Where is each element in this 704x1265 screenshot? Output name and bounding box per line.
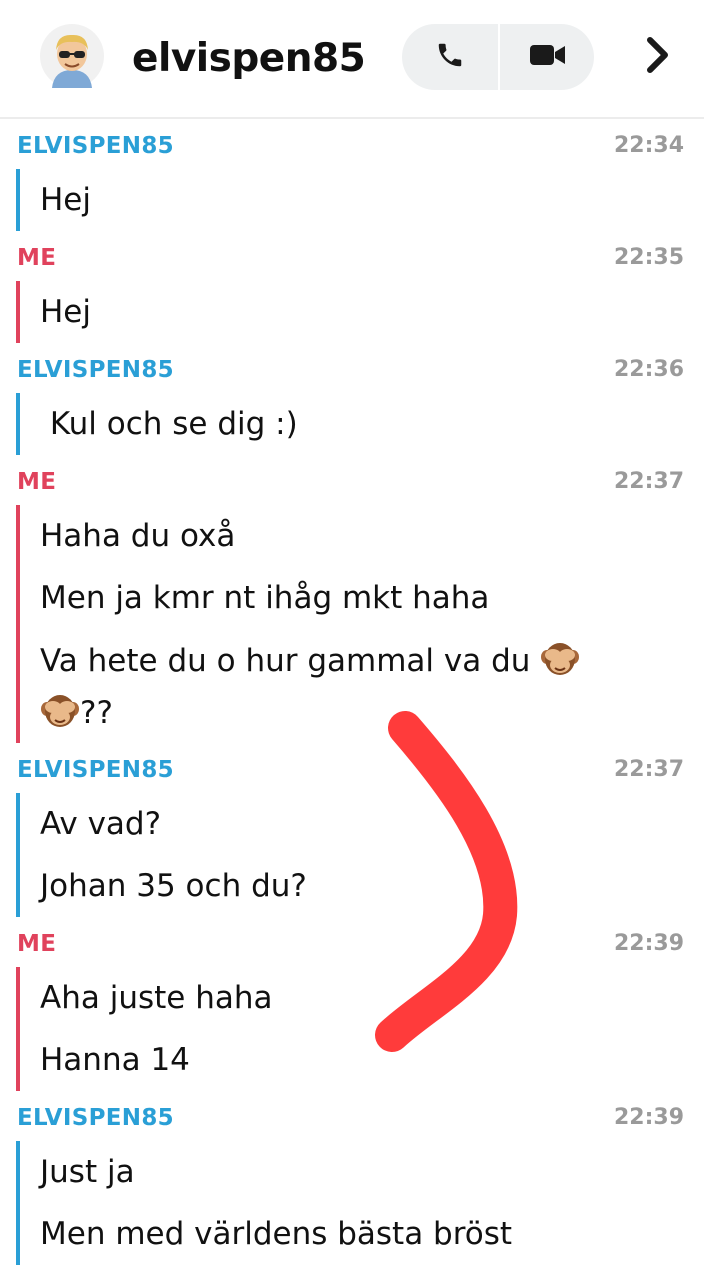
see-no-evil-monkey-icon bbox=[40, 693, 80, 729]
message-group: ELVISPEN85 22:34 Hej bbox=[0, 119, 704, 231]
message-block: Just ja Men med världens bästa bröst bbox=[16, 1141, 704, 1265]
forward-button[interactable] bbox=[636, 32, 680, 82]
video-call-button[interactable] bbox=[500, 24, 594, 90]
message-block: Aha juste haha Hanna 14 bbox=[16, 967, 704, 1091]
message-block: Hej bbox=[16, 169, 704, 231]
message-text: Va hete du o hur gammal va du bbox=[40, 643, 531, 679]
message-text[interactable]: Hej bbox=[40, 281, 704, 343]
video-camera-icon bbox=[529, 41, 567, 73]
chat-header: elvispen85 bbox=[0, 0, 704, 119]
message-text[interactable]: Johan 35 och du? bbox=[40, 855, 704, 917]
message-group: ME 22:39 Aha juste haha Hanna 14 bbox=[0, 917, 704, 1091]
chat-transcript[interactable]: ELVISPEN85 22:34 Hej ME 22:35 Hej ELVISP… bbox=[0, 119, 704, 1265]
message-timestamp: 22:36 bbox=[613, 357, 684, 382]
message-block: Av vad? Johan 35 och du? bbox=[16, 793, 704, 917]
message-text[interactable]: Hanna 14 bbox=[40, 1029, 704, 1091]
sender-label: ELVISPEN85 bbox=[17, 1105, 174, 1131]
sender-label: ELVISPEN85 bbox=[17, 357, 174, 383]
message-timestamp: 22:35 bbox=[613, 245, 684, 270]
phone-icon bbox=[435, 40, 465, 74]
message-timestamp: 22:37 bbox=[613, 757, 684, 782]
message-text-wrapped[interactable]: Va hete du o hur gammal va du ?? bbox=[40, 629, 704, 743]
message-block: Hej bbox=[16, 281, 704, 343]
avatar[interactable] bbox=[40, 24, 104, 88]
message-group: ME 22:37 Haha du oxå Men ja kmr nt ihåg … bbox=[0, 455, 704, 743]
sender-label: ELVISPEN85 bbox=[17, 757, 174, 783]
voice-call-button[interactable] bbox=[402, 24, 498, 90]
message-text[interactable]: Av vad? bbox=[40, 793, 704, 855]
message-text: ?? bbox=[80, 695, 113, 731]
message-text[interactable]: Hej bbox=[40, 169, 704, 231]
sender-label: ME bbox=[17, 245, 57, 271]
message-text[interactable]: Just ja bbox=[40, 1141, 704, 1203]
sender-label: ME bbox=[17, 931, 57, 957]
message-block: Kul och se dig :) bbox=[16, 393, 704, 455]
message-group: ELVISPEN85 22:37 Av vad? Johan 35 och du… bbox=[0, 743, 704, 917]
sender-label: ELVISPEN85 bbox=[17, 133, 174, 159]
message-timestamp: 22:39 bbox=[613, 931, 684, 956]
sender-label: ME bbox=[17, 469, 57, 495]
message-block: Haha du oxå Men ja kmr nt ihåg mkt haha … bbox=[16, 505, 704, 743]
message-text[interactable]: Men med världens bästa bröst bbox=[40, 1203, 704, 1265]
message-timestamp: 22:34 bbox=[613, 133, 684, 158]
message-text[interactable]: Men ja kmr nt ihåg mkt haha bbox=[40, 567, 704, 629]
message-text[interactable]: Kul och se dig :) bbox=[40, 393, 704, 455]
message-text[interactable]: Aha juste haha bbox=[40, 967, 704, 1029]
message-group: ME 22:35 Hej bbox=[0, 231, 704, 343]
see-no-evil-monkey-icon bbox=[540, 641, 580, 677]
message-timestamp: 22:37 bbox=[613, 469, 684, 494]
chat-username[interactable]: elvispen85 bbox=[132, 34, 366, 84]
chevron-right-icon bbox=[644, 35, 672, 79]
message-text[interactable]: Haha du oxå bbox=[40, 505, 704, 567]
message-group: ELVISPEN85 22:39 Just ja Men med världen… bbox=[0, 1091, 704, 1265]
call-controls bbox=[402, 24, 594, 90]
message-timestamp: 22:39 bbox=[613, 1105, 684, 1130]
message-group: ELVISPEN85 22:36 Kul och se dig :) bbox=[0, 343, 704, 455]
